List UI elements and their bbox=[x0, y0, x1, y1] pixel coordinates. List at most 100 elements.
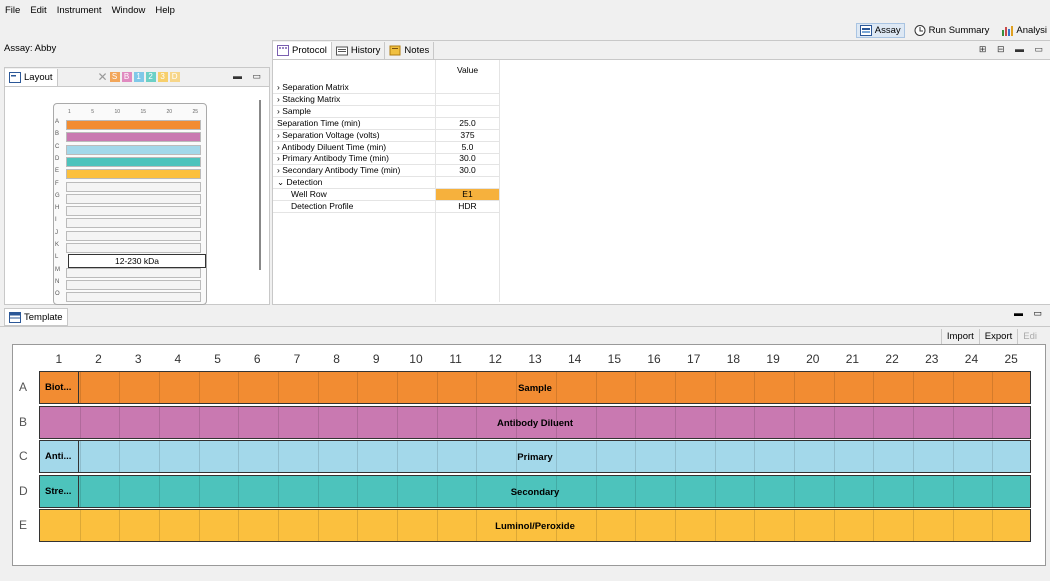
protocol-row[interactable]: › Separation Voltage (volts) 375 bbox=[273, 130, 499, 142]
cartridge-row-b[interactable]: B bbox=[55, 131, 205, 143]
protocol-row[interactable]: › Secondary Antibody Time (min) 30.0 bbox=[273, 165, 499, 178]
tick-10: 10 bbox=[114, 109, 120, 115]
cartridge-row-i[interactable]: I bbox=[55, 217, 205, 229]
protocol-row-name: Detection Profile bbox=[291, 201, 354, 211]
cartridge-row-k[interactable]: K bbox=[55, 242, 205, 253]
protocol-row[interactable]: ⌄ Detection bbox=[273, 177, 499, 190]
tab-protocol[interactable]: Protocol bbox=[273, 41, 332, 59]
export-button[interactable]: Export bbox=[978, 329, 1017, 344]
tick-20: 20 bbox=[166, 109, 172, 115]
cartridge-row-bar bbox=[66, 120, 201, 130]
menu-help[interactable]: Help bbox=[150, 5, 180, 16]
protocol-row[interactable]: › Stacking Matrix bbox=[273, 94, 499, 106]
protocol-row-name: › Secondary Antibody Time (min) bbox=[277, 165, 401, 176]
protocol-row[interactable]: › Separation Matrix bbox=[273, 82, 499, 94]
row-header: A bbox=[19, 380, 28, 394]
cartridge-row-label: C bbox=[55, 143, 60, 150]
tab-template[interactable]: Template bbox=[4, 308, 68, 326]
cartridge-row-h[interactable]: H bbox=[55, 205, 205, 217]
menu-instrument[interactable]: Instrument bbox=[52, 5, 107, 16]
menu-edit[interactable]: Edit bbox=[25, 5, 51, 16]
protocol-row[interactable]: Well Row E1 bbox=[273, 189, 499, 202]
cartridge-row-o[interactable]: O bbox=[55, 291, 205, 303]
layout-scrollbar[interactable] bbox=[259, 100, 261, 270]
template-row-e[interactable]: Luminol/Peroxide bbox=[39, 509, 1031, 542]
protocol-row-name: › Separation Matrix bbox=[277, 82, 349, 92]
cartridge-row-bar bbox=[66, 279, 201, 290]
protocol-row-value[interactable] bbox=[436, 177, 499, 188]
protocol-row[interactable]: Separation Time (min) 25.0 bbox=[273, 118, 499, 130]
protocol-row-value[interactable]: 25.0 bbox=[436, 118, 499, 129]
template-row-b[interactable]: Antibody Diluent bbox=[39, 405, 1031, 439]
protocol-row-value[interactable]: 30.0 bbox=[436, 153, 499, 164]
protocol-row[interactable]: › Primary Antibody Time (min) 30.0 bbox=[273, 153, 499, 166]
cartridge-row-j[interactable]: J bbox=[55, 230, 205, 241]
cartridge-row-c[interactable]: C bbox=[55, 144, 205, 155]
cartridge-row-g[interactable]: G bbox=[55, 193, 205, 204]
cartridge-row-n[interactable]: N bbox=[55, 279, 205, 290]
template-first-cell[interactable]: Stre... bbox=[40, 475, 79, 507]
import-button[interactable]: Import bbox=[940, 329, 979, 344]
protocol-row-value[interactable] bbox=[436, 106, 499, 117]
cartridge-row-bar bbox=[66, 218, 201, 229]
edit-button[interactable]: Edi bbox=[1017, 329, 1042, 344]
protocol-row-value[interactable] bbox=[436, 82, 499, 93]
protocol-row-value[interactable]: HDR bbox=[436, 201, 499, 212]
protocol-row[interactable]: Detection Profile HDR bbox=[273, 201, 499, 213]
analysis-perspective-button[interactable]: Analysi bbox=[998, 24, 1050, 37]
run-summary-perspective-label: Run Summary bbox=[928, 24, 990, 36]
run-summary-perspective-button[interactable]: Run Summary bbox=[911, 24, 993, 37]
marker-b[interactable]: B bbox=[121, 72, 132, 82]
value-column-header: Value bbox=[456, 65, 479, 75]
protocol-window-controls[interactable]: ⊞ ⊟ ▬ ▭ bbox=[979, 44, 1047, 55]
column-header: 9 bbox=[372, 352, 380, 366]
perspective-switcher: Assay Run Summary Analysi bbox=[855, 21, 1050, 39]
cartridge-row-m[interactable]: M bbox=[55, 267, 205, 278]
protocol-row-value[interactable]: 30.0 bbox=[436, 165, 499, 176]
tab-template-label: Template bbox=[24, 311, 63, 323]
protocol-row-value[interactable] bbox=[436, 94, 499, 105]
column-header: 15 bbox=[607, 352, 622, 366]
tab-layout[interactable]: Layout bbox=[5, 68, 58, 86]
protocol-row-value[interactable]: 375 bbox=[436, 130, 499, 141]
column-header: 7 bbox=[293, 352, 301, 366]
cartridge-row-f[interactable]: F bbox=[55, 181, 205, 192]
template-row-c[interactable]: Primary Anti... bbox=[39, 440, 1031, 473]
cartridge-row-d[interactable]: D bbox=[55, 156, 205, 167]
protocol-row-value[interactable]: E1 bbox=[436, 189, 499, 201]
marker-1[interactable]: 1 bbox=[133, 72, 144, 82]
protocol-row-value[interactable]: 5.0 bbox=[436, 142, 499, 153]
template-first-cell[interactable]: Anti... bbox=[40, 441, 79, 472]
assay-icon bbox=[859, 24, 872, 36]
marker-d[interactable]: D bbox=[169, 72, 180, 82]
assay-perspective-button[interactable]: Assay bbox=[855, 22, 905, 38]
cartridge-row-bar bbox=[66, 144, 201, 155]
cartridge-row-bar bbox=[66, 132, 201, 143]
column-header: 20 bbox=[806, 352, 820, 366]
protocol-row[interactable]: › Sample bbox=[273, 106, 499, 118]
cartridge-row-bar bbox=[66, 292, 201, 303]
marker-s[interactable]: S bbox=[109, 72, 120, 82]
column-header: 3 bbox=[134, 352, 142, 366]
template-window-controls[interactable]: ▬ ▭ bbox=[1014, 308, 1046, 319]
template-row-a[interactable]: Sample Biot... bbox=[39, 371, 1031, 404]
cartridge-row-a[interactable]: A bbox=[55, 119, 205, 130]
menu-window[interactable]: Window bbox=[107, 5, 151, 16]
menu-file[interactable]: File bbox=[0, 5, 25, 16]
protocol-row[interactable]: › Antibody Diluent Time (min) 5.0 bbox=[273, 142, 499, 154]
template-row-d[interactable]: Secondary Stre... bbox=[39, 474, 1031, 508]
tab-history[interactable]: History bbox=[331, 41, 386, 59]
marker-2[interactable]: 2 bbox=[145, 72, 156, 82]
template-first-cell[interactable]: Biot... bbox=[40, 372, 79, 403]
column-header: 10 bbox=[409, 352, 423, 366]
close-x-icon[interactable]: ✕ bbox=[98, 70, 108, 84]
tab-notes[interactable]: Notes bbox=[385, 41, 435, 59]
cartridge-row-e[interactable]: E bbox=[55, 168, 205, 180]
layout-window-controls[interactable]: ▬ ▭ bbox=[233, 71, 265, 82]
marker-3[interactable]: 3 bbox=[157, 72, 168, 82]
protocol-row-name: › Separation Voltage (volts) bbox=[277, 129, 380, 140]
tab-protocol-label: Protocol bbox=[292, 44, 327, 56]
tab-history-label: History bbox=[350, 44, 381, 56]
tick-25: 25 bbox=[192, 109, 198, 115]
cartridge-row-label: A bbox=[55, 119, 60, 125]
